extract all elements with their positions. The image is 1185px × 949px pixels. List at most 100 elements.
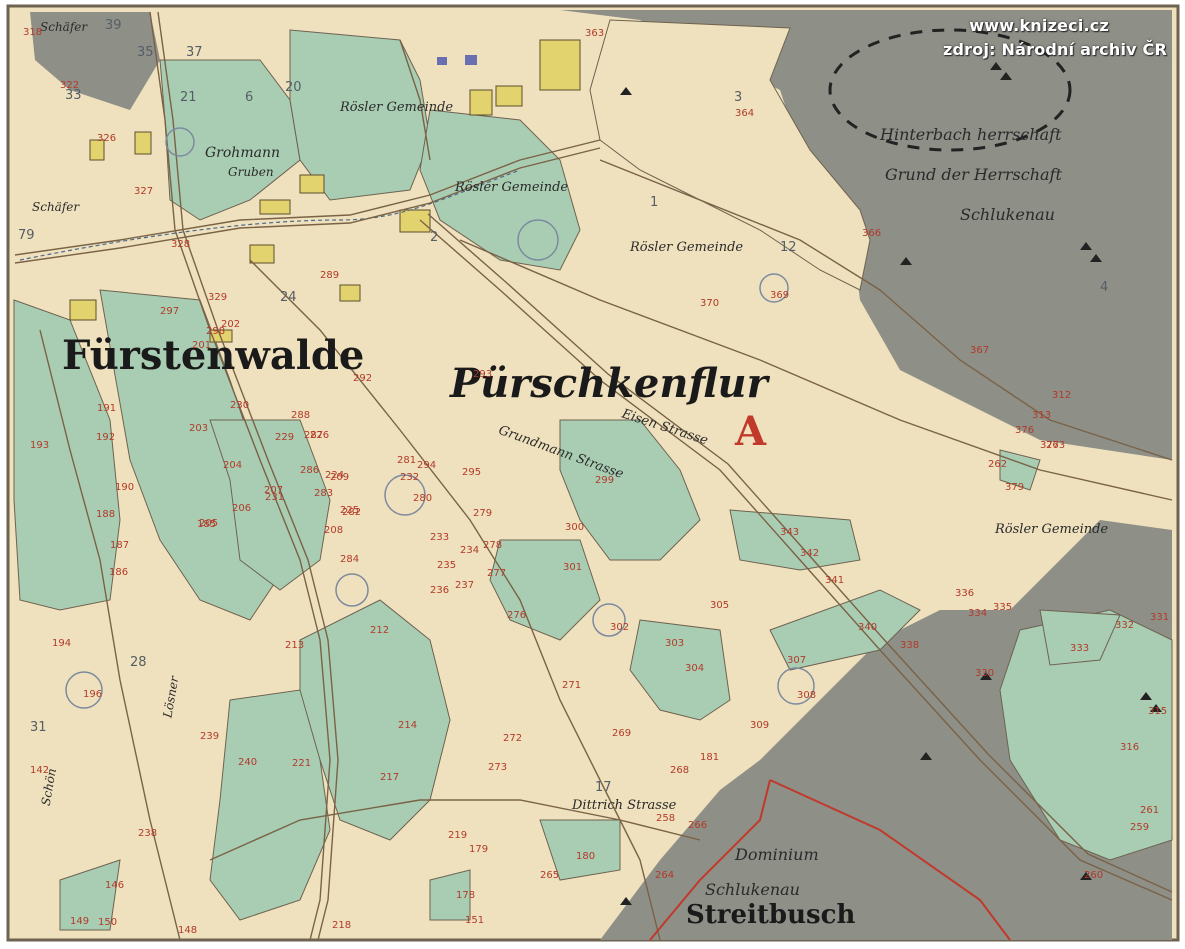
owner-label: Rösler Gemeinde (995, 522, 1109, 537)
parcel-number: 342 (800, 548, 820, 559)
owner-label: Rösler Gemeinde (630, 240, 744, 255)
parcel-number: 261 (1140, 805, 1160, 816)
section-number: 1 (650, 195, 659, 210)
parcel-number: 276 (507, 610, 527, 621)
parcel-number: 262 (988, 459, 1008, 470)
parcel-number: 213 (285, 640, 305, 651)
parcel-number: 286 (300, 465, 320, 476)
parcel-number: 234 (460, 545, 480, 556)
parcel-number: 151 (465, 915, 485, 926)
section-number: 31 (30, 720, 47, 735)
section-number: 35 (137, 45, 154, 60)
parcel-number: 180 (576, 851, 596, 862)
cadastral-map-frame: www.knizeci.cz zdroj: Národní archiv ČR … (0, 0, 1185, 949)
parcel-number: 214 (398, 720, 418, 731)
parcel-number: 265 (540, 870, 560, 881)
parcel-number: 293 (473, 369, 493, 380)
parcel-number: 258 (656, 813, 676, 824)
parcel-number: 218 (332, 920, 352, 931)
parcel-number: 142 (30, 765, 50, 776)
parcel-number: 316 (1120, 742, 1140, 753)
parcel-number: 292 (353, 373, 373, 384)
owner-label: Schäfer (40, 20, 88, 34)
parcel-number: 281 (397, 455, 417, 466)
parcel-number: 212 (370, 625, 390, 636)
parcel-number: 364 (735, 108, 755, 119)
section-number: 79 (18, 228, 35, 243)
parcel-number: 363 (585, 28, 605, 39)
parcel-number: 232 (400, 472, 420, 483)
parcel-number: 187 (110, 540, 130, 551)
parcel-number: 146 (105, 880, 125, 891)
parcel-number: 332 (1115, 620, 1135, 631)
parcel-number: 225 (340, 505, 360, 516)
watermark-site: www.knizeci.cz (969, 16, 1109, 35)
parcel-number: 280 (413, 493, 433, 504)
parcel-number: 186 (109, 567, 129, 578)
parcel-number: 208 (324, 525, 344, 536)
parcel-number: 235 (437, 560, 457, 571)
parcel-number: 224 (325, 470, 345, 481)
parcel-number: 336 (955, 588, 975, 599)
parcel-number: 269 (612, 728, 632, 739)
parcel-number: 294 (417, 460, 437, 471)
parcel-number: 196 (83, 689, 103, 700)
parcel-number: 233 (430, 532, 450, 543)
parcel-number: 202 (221, 319, 241, 330)
forest-label: Streitbusch (686, 900, 856, 930)
section-number: 20 (285, 80, 302, 95)
parcel-number: 328 (171, 239, 191, 250)
parcel-number: 190 (115, 482, 135, 493)
parcel-number: 315 (1148, 706, 1168, 717)
section-number: 21 (180, 90, 197, 105)
parcel-number: 340 (858, 622, 878, 633)
parcel-number: 221 (292, 758, 312, 769)
parcel-number: 240 (238, 757, 258, 768)
parcel-number: 192 (96, 432, 116, 443)
parcel-number: 272 (503, 733, 523, 744)
section-number: 17 (595, 780, 612, 795)
parcel-number: 366 (862, 228, 882, 239)
parcel-number: 260 (1084, 870, 1104, 881)
section-number: 24 (280, 290, 297, 305)
parcel-number: 271 (562, 680, 582, 691)
parcel-number: 335 (993, 602, 1013, 613)
parcel-number: 367 (970, 345, 990, 356)
parcel-number: 239 (200, 731, 220, 742)
section-number: 37 (186, 45, 203, 60)
parcel-number: 263 (1046, 440, 1066, 451)
parcel-number: 300 (565, 522, 585, 533)
owner-label: Grohmann (205, 145, 280, 161)
road-label-3: Dittrich Strasse (572, 798, 677, 813)
parcel-number: 277 (487, 568, 507, 579)
parcel-number: 278 (483, 540, 503, 551)
owner-label: Schäfer (32, 200, 80, 214)
parcel-number: 201 (192, 340, 212, 351)
section-number: 2 (430, 230, 439, 245)
section-number: 12 (780, 240, 797, 255)
parcel-number: 179 (469, 844, 489, 855)
parcel-number: 303 (665, 638, 685, 649)
parcel-number: 268 (670, 765, 690, 776)
parcel-number: 312 (1052, 390, 1072, 401)
parcel-number: 217 (380, 772, 400, 783)
parcel-number: 379 (1005, 482, 1025, 493)
section-number: 3 (734, 90, 743, 105)
parcel-number: 302 (610, 622, 630, 633)
parcel-number: 318 (23, 27, 43, 38)
parcel-number: 343 (780, 527, 800, 538)
section-number: 33 (65, 88, 82, 103)
parcel-number: 370 (700, 298, 720, 309)
parcel-number: 288 (291, 410, 311, 421)
parcel-number: 178 (456, 890, 476, 901)
parcel-number: 284 (340, 554, 360, 565)
section-number: 39 (105, 18, 122, 33)
parcel-number: 191 (97, 403, 117, 414)
parcel-number: 193 (30, 440, 50, 451)
parcel-number: 203 (189, 423, 209, 434)
parcel-number: 219 (448, 830, 468, 841)
parcel-number: 226 (310, 430, 330, 441)
estate-label-1: Dominium (735, 845, 819, 864)
parcel-number: 333 (1070, 643, 1090, 654)
section-number: 28 (130, 655, 147, 670)
